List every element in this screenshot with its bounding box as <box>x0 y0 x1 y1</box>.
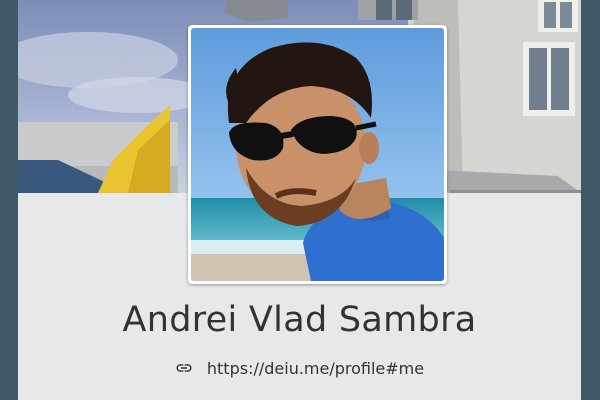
profile-card: Andrei Vlad Sambra https://deiu.me/profi… <box>18 0 581 400</box>
avatar-photo <box>191 28 444 281</box>
profile-url-link[interactable]: https://deiu.me/profile#me <box>207 359 424 378</box>
profile-link-row: https://deiu.me/profile#me <box>18 356 581 380</box>
profile-name: Andrei Vlad Sambra <box>122 300 477 340</box>
link-icon <box>175 359 193 377</box>
avatar[interactable] <box>188 25 447 284</box>
